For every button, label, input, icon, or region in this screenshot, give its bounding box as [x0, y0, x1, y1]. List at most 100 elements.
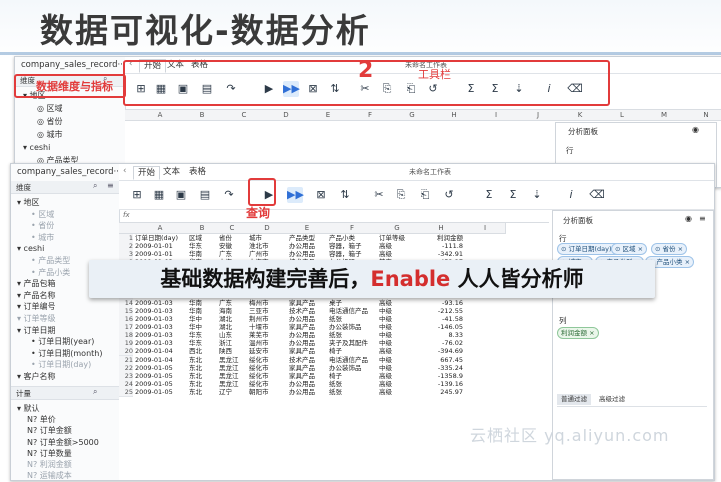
pivot-icon[interactable]: ⊠: [313, 187, 329, 203]
table-cell[interactable]: -41.58: [419, 315, 463, 323]
table-cell[interactable]: 安徽: [219, 242, 245, 250]
table-cell[interactable]: 2009-01-03: [135, 299, 185, 307]
table-cell[interactable]: 东北: [189, 388, 215, 396]
table-cell[interactable]: 陕西: [219, 347, 245, 355]
paste-icon[interactable]: ⎗: [417, 187, 433, 203]
sum-icon[interactable]: Σ: [505, 187, 521, 203]
back-side-item[interactable]: ◎ 省份: [37, 115, 63, 128]
table-cell[interactable]: 辽宁: [219, 388, 245, 396]
table-header-cell[interactable]: 产品类型: [289, 234, 325, 242]
table-cell[interactable]: 高级: [379, 347, 415, 355]
table-cell[interactable]: 容器，箱子: [329, 250, 375, 258]
row-number[interactable]: 25: [119, 387, 133, 397]
table-cell[interactable]: 桌子: [329, 299, 375, 307]
table-cell[interactable]: 电话通信产品: [329, 307, 375, 315]
front-dataset-title[interactable]: company_sales_record···: [17, 167, 122, 177]
basic-filter-tab[interactable]: 普通过滤: [557, 394, 591, 405]
table-cell[interactable]: 绥化市: [249, 380, 285, 388]
column-header[interactable]: A: [139, 110, 182, 121]
table-cell[interactable]: 中级: [379, 307, 415, 315]
table-cell[interactable]: 黑龙江: [219, 372, 245, 380]
front-tab-text[interactable]: 文本: [159, 166, 184, 178]
table-cell[interactable]: 办公用品: [289, 242, 325, 250]
table-cell[interactable]: 绥化市: [249, 364, 285, 372]
table-cell[interactable]: 黑龙江: [219, 356, 245, 364]
table-cell[interactable]: 家具产品: [289, 323, 325, 331]
export-icon[interactable]: ↷: [221, 187, 237, 203]
table-cell[interactable]: 245.97: [419, 388, 463, 396]
table-cell[interactable]: 2009-01-03: [135, 339, 185, 347]
table-header-cell[interactable]: 利润金额: [419, 234, 463, 242]
table-cell[interactable]: 高级: [379, 372, 415, 380]
column-header[interactable]: E: [307, 110, 350, 121]
table-cell[interactable]: 电话通信产品: [329, 356, 375, 364]
table-cell[interactable]: 广州市: [249, 250, 285, 258]
table-cell[interactable]: 东北: [189, 364, 215, 372]
table-cell[interactable]: 海南: [219, 307, 245, 315]
advanced-filter-tab[interactable]: 高级过滤: [595, 394, 629, 405]
column-header[interactable]: H: [417, 223, 466, 234]
table-cell[interactable]: -394.69: [419, 347, 463, 355]
table-cell[interactable]: 黑龙江: [219, 364, 245, 372]
table-cell[interactable]: 办公用品: [289, 250, 325, 258]
table-cell[interactable]: 办公用品: [289, 315, 325, 323]
row-chip[interactable]: ⊙ 省份 ×: [651, 243, 688, 255]
table-cell[interactable]: 夹子及其配件: [329, 339, 375, 347]
column-header[interactable]: I: [475, 110, 518, 121]
table-cell[interactable]: 2009-01-04: [135, 347, 185, 355]
table-cell[interactable]: 中级: [379, 331, 415, 339]
eye-icon[interactable]: ◉: [685, 214, 692, 223]
table-cell[interactable]: 办公装饰品: [329, 323, 375, 331]
sort-icon[interactable]: ⇣: [529, 187, 545, 203]
undo-icon[interactable]: ↺: [441, 187, 457, 203]
table-cell[interactable]: 高级: [379, 380, 415, 388]
front-tab-table[interactable]: 表格: [185, 166, 210, 178]
table-cell[interactable]: 办公用品: [289, 380, 325, 388]
save-icon[interactable]: ▣: [173, 187, 189, 203]
table-cell[interactable]: 椅子: [329, 347, 375, 355]
table-cell[interactable]: -93.16: [419, 299, 463, 307]
table-header-cell[interactable]: 订单等级: [379, 234, 415, 242]
column-header[interactable]: H: [433, 110, 476, 121]
table-cell[interactable]: 容器，箱子: [329, 242, 375, 250]
table-cell[interactable]: 家具产品: [289, 299, 325, 307]
cut-icon[interactable]: ✂: [371, 187, 387, 203]
table-cell[interactable]: 东北: [189, 380, 215, 388]
measure-item[interactable]: N? 运输成本: [27, 469, 72, 480]
column-header[interactable]: C: [217, 223, 248, 234]
table-cell[interactable]: 三亚市: [249, 307, 285, 315]
column-header[interactable]: E: [287, 223, 328, 234]
table-cell[interactable]: -76.02: [419, 339, 463, 347]
table-cell[interactable]: 淮北市: [249, 242, 285, 250]
table-cell[interactable]: 技术产品: [289, 356, 325, 364]
table-cell[interactable]: 华南: [189, 250, 215, 258]
column-header[interactable]: D: [247, 223, 288, 234]
column-header[interactable]: F: [349, 110, 392, 121]
table-cell[interactable]: 2009-01-01: [135, 250, 185, 258]
search-icon[interactable]: ⌕: [93, 181, 97, 191]
table-cell[interactable]: 8.33: [419, 331, 463, 339]
table-cell[interactable]: 东北: [189, 356, 215, 364]
column-header[interactable]: F: [327, 223, 378, 234]
table-cell[interactable]: 家具产品: [289, 372, 325, 380]
table-cell[interactable]: 华东: [189, 242, 215, 250]
table-cell[interactable]: 中级: [379, 339, 415, 347]
table-cell[interactable]: 中级: [379, 315, 415, 323]
table-cell[interactable]: -1358.9: [419, 372, 463, 380]
search-icon[interactable]: ⌕: [93, 387, 97, 397]
front-side-item[interactable]: ▾ 客户名称: [17, 370, 56, 383]
eye-icon[interactable]: ◉: [692, 125, 699, 134]
clear-icon[interactable]: ⌫: [589, 187, 605, 203]
table-cell[interactable]: 山东: [219, 331, 245, 339]
table-cell[interactable]: 办公用品: [289, 331, 325, 339]
copy-icon[interactable]: ⎘: [393, 187, 409, 203]
table-cell[interactable]: 纸张: [329, 331, 375, 339]
menu-icon[interactable]: ≡: [699, 214, 706, 223]
column-header[interactable]: C: [223, 110, 266, 121]
column-header[interactable]: G: [377, 223, 418, 234]
column-header[interactable]: K: [559, 110, 602, 121]
table-cell[interactable]: 办公装饰品: [329, 364, 375, 372]
table-cell[interactable]: 办公用品: [289, 388, 325, 396]
column-header[interactable]: B: [181, 110, 224, 121]
table-cell[interactable]: 华中: [189, 323, 215, 331]
